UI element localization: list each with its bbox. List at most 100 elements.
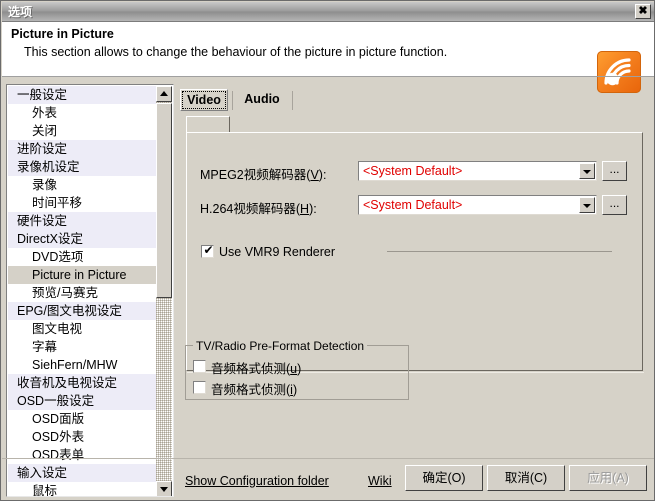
sidebar-item[interactable]: 输入设定 <box>8 464 157 482</box>
sidebar-item-label: OSD一般设定 <box>17 394 94 408</box>
sidebar-item[interactable]: 关闭 <box>8 122 157 140</box>
sidebar-item-label: 外表 <box>32 106 57 120</box>
sidebar-item-label: 进阶设定 <box>17 142 67 156</box>
audio-format-detection-i-label: 音频格式侦测(i) <box>211 379 297 398</box>
sidebar-item[interactable]: 硬件设定 <box>8 212 157 230</box>
sidebar-item-label: 硬件设定 <box>17 214 67 228</box>
sidebar-item[interactable]: OSD面版 <box>8 410 157 428</box>
audio-format-detection-u-text: 音频格式侦测( <box>211 362 290 376</box>
apply-button[interactable]: 应用(A) <box>569 465 647 491</box>
tab-divider <box>232 91 233 110</box>
close-button[interactable]: ✖ <box>635 4 651 19</box>
sidebar-item[interactable]: 时间平移 <box>8 194 157 212</box>
sidebar-item[interactable]: DirectX设定 <box>8 230 157 248</box>
footer-divider <box>2 458 655 459</box>
show-configuration-folder-link[interactable]: Show Configuration folder <box>185 474 329 488</box>
sidebar-item-label: 收音机及电视设定 <box>17 376 117 390</box>
h264-decoder-label: H.264视频解码器(H): <box>200 198 317 217</box>
preformat-detection-group-title: TV/Radio Pre-Format Detection <box>193 339 367 353</box>
use-vmr9-checkbox[interactable]: ✔ <box>201 245 214 258</box>
use-vmr9-label: Use VMR9 Renderer <box>219 245 335 259</box>
h264-decoder-accel: H <box>300 202 309 216</box>
sidebar-item-label: EPG/图文电视设定 <box>17 304 122 318</box>
sidebar-item-label: SiehFern/MHW <box>32 358 117 372</box>
tab-video[interactable]: Video <box>180 89 228 111</box>
header-banner: Picture in Picture This section allows t… <box>2 22 655 76</box>
sidebar-item[interactable]: 外表 <box>8 104 157 122</box>
mpeg2-decoder-combobox[interactable]: <System Default> <box>358 161 597 181</box>
audio-format-detection-u-suffix: ) <box>297 362 301 376</box>
scrollbar-thumb[interactable] <box>156 103 172 298</box>
audio-format-detection-u-checkbox[interactable] <box>193 360 206 373</box>
audio-format-detection-i-checkbox[interactable] <box>193 381 206 394</box>
sidebar-item-label: 时间平移 <box>32 196 82 210</box>
tab-divider <box>292 91 293 110</box>
tab-audio[interactable]: Audio <box>236 89 288 111</box>
h264-decoder-value: <System Default> <box>363 198 462 212</box>
sidebar-item[interactable]: OSD外表 <box>8 428 157 446</box>
sidebar-item-label: 图文电视 <box>32 322 82 336</box>
h264-decoder-combobox[interactable]: <System Default> <box>358 195 597 215</box>
scroll-down-arrow-icon[interactable] <box>156 481 172 497</box>
mpeg2-decoder-value: <System Default> <box>363 164 462 178</box>
h264-decoder-label-suffix: ): <box>309 202 317 216</box>
sidebar-item[interactable]: 录像机设定 <box>8 158 157 176</box>
sidebar-item[interactable]: EPG/图文电视设定 <box>8 302 157 320</box>
tab-audio-label: Audio <box>244 92 279 106</box>
mpeg2-decoder-label-suffix: ): <box>319 168 327 182</box>
checkmark-icon: ✔ <box>203 243 214 257</box>
sidebar-item[interactable]: 收音机及电视设定 <box>8 374 157 392</box>
sidebar-item[interactable]: SiehFern/MHW <box>8 356 157 374</box>
sidebar-item-label: 输入设定 <box>17 466 67 480</box>
sidebar-item[interactable]: 图文电视 <box>8 320 157 338</box>
audio-format-detection-i-text: 音频格式侦测( <box>211 383 290 397</box>
sidebar-item[interactable]: Picture in Picture <box>8 266 157 284</box>
wiki-link[interactable]: Wiki <box>368 474 392 488</box>
cancel-button[interactable]: 取消(C) <box>487 465 565 491</box>
sidebar-item[interactable]: 录像 <box>8 176 157 194</box>
sidebar-item[interactable]: 进阶设定 <box>8 140 157 158</box>
sidebar-item-label: 录像机设定 <box>17 160 80 174</box>
ok-button[interactable]: 确定(O) <box>405 465 483 491</box>
mpeg2-decoder-label-text: MPEG2视频解码器( <box>200 168 310 182</box>
h264-decoder-browse-button[interactable]: ... <box>602 195 627 215</box>
page-description: This section allows to change the behavi… <box>24 45 447 59</box>
window-title: 选项 <box>8 4 32 20</box>
close-icon: ✖ <box>636 4 650 19</box>
sidebar-item[interactable]: 字幕 <box>8 338 157 356</box>
settings-tree[interactable]: 一般设定外表关闭进阶设定录像机设定录像时间平移硬件设定 DirectX设定 DVD选… <box>8 86 157 497</box>
sidebar-item[interactable]: 一般设定 <box>8 86 157 104</box>
sidebar-item[interactable]: OSD一般设定 <box>8 392 157 410</box>
sidebar-item-label: OSD面版 <box>32 412 84 426</box>
sidebar-item-label: 字幕 <box>32 340 57 354</box>
mpeg2-decoder-accel: V <box>310 168 318 182</box>
audio-format-detection-i-suffix: ) <box>293 383 297 397</box>
sidebar-scrollbar[interactable] <box>156 86 172 497</box>
vmr9-separator <box>387 251 612 252</box>
chevron-down-icon[interactable] <box>579 163 595 179</box>
mpeg2-decoder-browse-button[interactable]: ... <box>602 161 627 181</box>
sub-tab-decoder[interactable] <box>186 116 230 133</box>
sidebar-item-label: 预览/马赛克 <box>32 286 98 300</box>
sidebar-item[interactable]: 预览/马赛克 <box>8 284 157 302</box>
scroll-up-arrow-icon[interactable] <box>156 86 172 102</box>
sidebar-item-label: 关闭 <box>32 124 57 138</box>
sidebar-item-label: 录像 <box>32 178 57 192</box>
audio-format-detection-u-label: 音频格式侦测(u) <box>211 358 301 377</box>
page-title: Picture in Picture <box>11 27 114 41</box>
h264-decoder-label-text: H.264视频解码器( <box>200 202 300 216</box>
sidebar-item[interactable]: DVD选项 <box>8 248 157 266</box>
sidebar-item[interactable]: OSD表单 <box>8 446 157 464</box>
sidebar-item-label: OSD表单 <box>32 448 84 462</box>
chevron-down-icon[interactable] <box>579 197 595 213</box>
sidebar-item-label: Picture in Picture <box>32 268 126 282</box>
header-divider <box>2 76 655 77</box>
sidebar-item-label: DirectX设定 <box>17 232 83 246</box>
tab-focus-outline <box>182 91 226 109</box>
sidebar-item-label: DVD选项 <box>32 250 83 264</box>
sidebar-item-label: OSD外表 <box>32 430 84 444</box>
options-dialog: 选项 ✖ Picture in Picture This section all… <box>0 0 655 501</box>
sidebar-item-label: 一般设定 <box>17 88 67 102</box>
sidebar-item[interactable]: 鼠标 <box>8 482 157 497</box>
sidebar-item-label: 鼠标 <box>32 484 57 497</box>
